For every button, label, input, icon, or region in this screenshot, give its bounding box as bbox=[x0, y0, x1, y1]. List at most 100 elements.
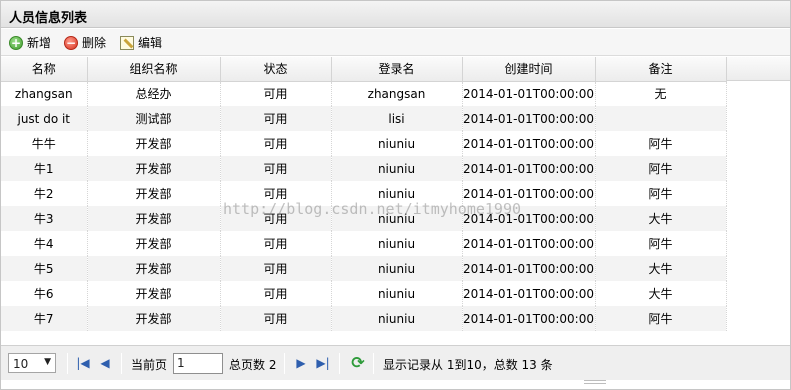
cell-status: 可用 bbox=[220, 281, 332, 306]
cell-status: 可用 bbox=[220, 156, 332, 181]
cell-login: zhangsan bbox=[331, 81, 463, 106]
refresh-icon[interactable]: ⟳ bbox=[349, 354, 367, 372]
page-size-value: 10 bbox=[13, 357, 29, 371]
column-header-created[interactable]: 创建时间 bbox=[462, 57, 596, 82]
pager-divider bbox=[284, 353, 285, 374]
cell-login: lisi bbox=[331, 106, 463, 131]
cell-name: zhangsan bbox=[1, 81, 88, 106]
cell-login: niuniu bbox=[331, 281, 463, 306]
cell-org: 开发部 bbox=[87, 156, 221, 181]
cell-status: 可用 bbox=[220, 231, 332, 256]
cell-login: niuniu bbox=[331, 131, 463, 156]
cell-remark: 阿牛 bbox=[595, 306, 727, 331]
cell-status: 可用 bbox=[220, 181, 332, 206]
person-table: 名称 组织名称 状态 登录名 创建时间 备注 zhangsan 总经办 可用 zhan… bbox=[1, 57, 727, 331]
cell-created: 2014-01-01T00:00:00 bbox=[462, 81, 596, 106]
cell-name: 牛2 bbox=[1, 181, 88, 206]
cell-remark: 无 bbox=[595, 81, 727, 106]
cell-org: 开发部 bbox=[87, 231, 221, 256]
cell-org: 开发部 bbox=[87, 206, 221, 231]
cell-org: 开发部 bbox=[87, 281, 221, 306]
cell-remark: 阿牛 bbox=[595, 156, 727, 181]
cell-login: niuniu bbox=[331, 256, 463, 281]
prev-page-icon[interactable]: ◀ bbox=[97, 354, 113, 372]
column-header-remark[interactable]: 备注 bbox=[595, 57, 727, 82]
cell-login: niuniu bbox=[331, 206, 463, 231]
cell-login: niuniu bbox=[331, 231, 463, 256]
pager-divider bbox=[121, 353, 122, 374]
cell-status: 可用 bbox=[220, 131, 332, 156]
panel-title: 人员信息列表 bbox=[9, 11, 88, 26]
cell-name: 牛6 bbox=[1, 281, 88, 306]
person-list-panel: 人员信息列表 + 新增 − 删除 编辑 名称 组织名称 状态 登录名 创建时间 … bbox=[0, 0, 791, 390]
current-page-label: 当前页 bbox=[131, 358, 168, 372]
table-row[interactable]: 牛牛 开发部 可用 niuniu 2014-01-01T00:00:00 阿牛 bbox=[1, 131, 727, 156]
cell-status: 可用 bbox=[220, 306, 332, 331]
last-page-icon[interactable]: ▶| bbox=[315, 354, 331, 372]
cell-remark: 大牛 bbox=[595, 206, 727, 231]
pager-divider bbox=[339, 353, 340, 374]
toolbar: + 新增 − 删除 编辑 bbox=[1, 29, 790, 56]
cell-status: 可用 bbox=[220, 206, 332, 231]
resize-grip[interactable] bbox=[584, 380, 606, 384]
add-button[interactable]: + 新增 bbox=[9, 33, 51, 52]
cell-org: 总经办 bbox=[87, 81, 221, 106]
chevron-down-icon: ▼ bbox=[44, 357, 51, 367]
data-grid: 名称 组织名称 状态 登录名 创建时间 备注 zhangsan 总经办 可用 zhan… bbox=[1, 57, 790, 343]
cell-name: 牛7 bbox=[1, 306, 88, 331]
table-row[interactable]: just do it 测试部 可用 lisi 2014-01-01T00:00:00 bbox=[1, 106, 727, 131]
cell-name: 牛牛 bbox=[1, 131, 88, 156]
cell-name: 牛4 bbox=[1, 231, 88, 256]
pager-divider bbox=[67, 353, 68, 374]
cell-created: 2014-01-01T00:00:00 bbox=[462, 281, 596, 306]
cell-login: niuniu bbox=[331, 156, 463, 181]
cell-remark: 大牛 bbox=[595, 256, 727, 281]
cell-login: niuniu bbox=[331, 306, 463, 331]
cell-name: just do it bbox=[1, 106, 88, 131]
cell-status: 可用 bbox=[220, 81, 332, 106]
add-icon: + bbox=[9, 35, 23, 50]
column-header-status[interactable]: 状态 bbox=[220, 57, 332, 82]
table-row[interactable]: 牛5 开发部 可用 niuniu 2014-01-01T00:00:00 大牛 bbox=[1, 256, 727, 281]
cell-org: 开发部 bbox=[87, 131, 221, 156]
cell-name: 牛3 bbox=[1, 206, 88, 231]
next-page-icon[interactable]: ▶ bbox=[293, 354, 309, 372]
delete-button[interactable]: − 删除 bbox=[64, 33, 106, 52]
pager-divider bbox=[373, 353, 374, 374]
delete-icon: − bbox=[64, 35, 78, 50]
cell-login: niuniu bbox=[331, 181, 463, 206]
table-header-row: 名称 组织名称 状态 登录名 创建时间 备注 bbox=[1, 57, 727, 82]
cell-org: 测试部 bbox=[87, 106, 221, 131]
table-row[interactable]: 牛1 开发部 可用 niuniu 2014-01-01T00:00:00 阿牛 bbox=[1, 156, 727, 181]
cell-org: 开发部 bbox=[87, 181, 221, 206]
cell-created: 2014-01-01T00:00:00 bbox=[462, 306, 596, 331]
column-header-org[interactable]: 组织名称 bbox=[87, 57, 221, 82]
cell-org: 开发部 bbox=[87, 256, 221, 281]
cell-remark: 大牛 bbox=[595, 281, 727, 306]
cell-created: 2014-01-01T00:00:00 bbox=[462, 156, 596, 181]
edit-button[interactable]: 编辑 bbox=[120, 33, 162, 52]
table-row[interactable]: 牛3 开发部 可用 niuniu 2014-01-01T00:00:00 大牛 bbox=[1, 206, 727, 231]
cell-created: 2014-01-01T00:00:00 bbox=[462, 206, 596, 231]
edit-button-label: 编辑 bbox=[138, 36, 163, 50]
records-info: 显示记录从 1到10，总数 13 条 bbox=[383, 358, 553, 372]
cell-org: 开发部 bbox=[87, 306, 221, 331]
cell-created: 2014-01-01T00:00:00 bbox=[462, 131, 596, 156]
cell-name: 牛5 bbox=[1, 256, 88, 281]
cell-created: 2014-01-01T00:00:00 bbox=[462, 181, 596, 206]
table-row[interactable]: zhangsan 总经办 可用 zhangsan 2014-01-01T00:00:00… bbox=[1, 81, 727, 106]
delete-button-label: 删除 bbox=[82, 36, 107, 50]
table-row[interactable]: 牛2 开发部 可用 niuniu 2014-01-01T00:00:00 阿牛 bbox=[1, 181, 727, 206]
current-page-input[interactable]: 1 bbox=[173, 353, 223, 374]
panel-title-bar: 人员信息列表 bbox=[1, 1, 790, 28]
column-header-name[interactable]: 名称 bbox=[1, 57, 88, 82]
cell-status: 可用 bbox=[220, 106, 332, 131]
cell-created: 2014-01-01T00:00:00 bbox=[462, 231, 596, 256]
table-row[interactable]: 牛6 开发部 可用 niuniu 2014-01-01T00:00:00 大牛 bbox=[1, 281, 727, 306]
edit-icon bbox=[120, 35, 134, 50]
table-row[interactable]: 牛4 开发部 可用 niuniu 2014-01-01T00:00:00 阿牛 bbox=[1, 231, 727, 256]
table-row[interactable]: 牛7 开发部 可用 niuniu 2014-01-01T00:00:00 阿牛 bbox=[1, 306, 727, 331]
first-page-icon[interactable]: |◀ bbox=[75, 354, 91, 372]
column-header-login[interactable]: 登录名 bbox=[331, 57, 463, 82]
page-size-select[interactable]: 10 ▼ bbox=[8, 353, 56, 373]
